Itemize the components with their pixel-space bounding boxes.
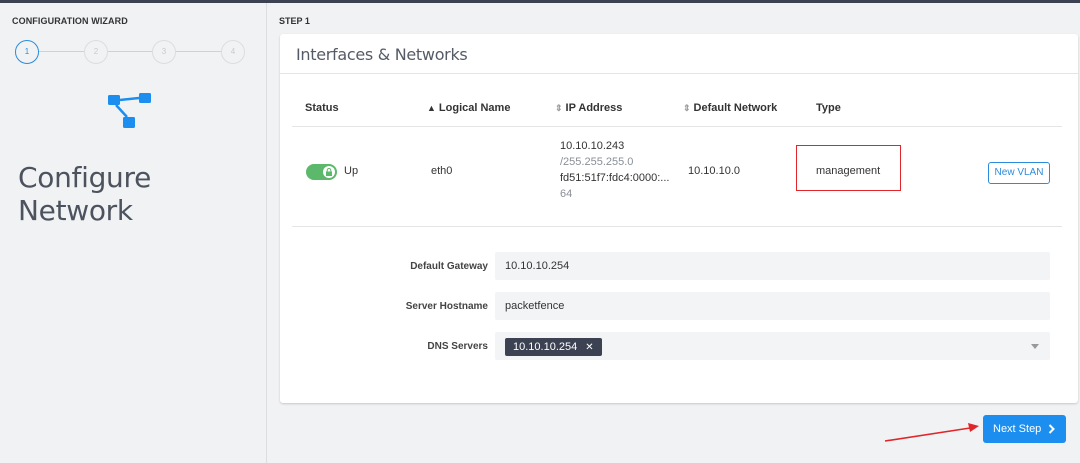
lock-icon	[326, 168, 332, 176]
annotation-arrow-icon	[884, 423, 979, 442]
header-default-network-label: Default Network	[693, 102, 778, 114]
header-ip-address-label: IP Address	[565, 102, 623, 114]
ipv4-address: 10.10.10.243	[560, 140, 625, 152]
header-ip-address[interactable]: ⇕ IP Address	[555, 102, 622, 114]
netmask: /255.255.255.0	[560, 156, 634, 168]
step-1[interactable]: 1	[15, 40, 39, 64]
header-logical-name[interactable]: ▲ Logical Name	[427, 102, 510, 114]
step-label: STEP 1	[279, 16, 310, 26]
header-default-network[interactable]: ⇕ Default Network	[683, 102, 777, 114]
step-4[interactable]: 4	[221, 40, 245, 64]
gateway-input[interactable]	[495, 252, 1050, 280]
header-status[interactable]: Status	[305, 102, 339, 114]
network-icon	[108, 93, 151, 128]
logical-name[interactable]: eth0	[431, 165, 452, 177]
status-toggle[interactable]	[306, 164, 337, 180]
gateway-label: Default Gateway	[410, 261, 488, 272]
dns-tag-label: 10.10.10.254	[513, 341, 578, 353]
default-network: 10.10.10.0	[688, 165, 740, 177]
ip-address-cell: 10.10.10.243 /255.255.255.0 fd51:51f7:fd…	[560, 138, 669, 202]
hostname-input[interactable]	[495, 292, 1050, 320]
sort-icon: ⇕	[555, 103, 563, 113]
remove-tag-icon[interactable]: ✕	[585, 342, 593, 353]
chevron-down-icon[interactable]	[1031, 344, 1039, 349]
step-connector	[39, 51, 85, 52]
header-type[interactable]: Type	[816, 102, 841, 114]
interfaces-table: Status ▲ Logical Name ⇕ IP Address ⇕ Defaul…	[292, 90, 1062, 227]
wizard-sidebar: CONFIGURATION WIZARD 1 2 3 4 Configure N…	[0, 3, 267, 463]
page-title: Configure Network	[18, 161, 152, 227]
step-connector	[176, 51, 221, 52]
type-value: management	[816, 165, 881, 177]
next-step-label: Next Step	[993, 423, 1042, 435]
new-vlan-button[interactable]: New VLAN	[988, 162, 1050, 184]
interfaces-card: Interfaces & Networks Status ▲ Logical Na…	[280, 34, 1078, 403]
card-title: Interfaces & Networks	[296, 45, 468, 64]
hostname-label: Server Hostname	[405, 301, 488, 312]
header-logical-name-label: Logical Name	[438, 102, 511, 114]
step-2[interactable]: 2	[84, 40, 108, 64]
ipv6-address: fd51:51f7:fdc4:0000:...	[560, 172, 670, 184]
dns-label: DNS Servers	[427, 341, 488, 352]
card-header: Interfaces & Networks	[280, 34, 1078, 74]
table-row: Up eth0 10.10.10.243 /255.255.255.0 fd51…	[292, 127, 1062, 227]
next-step-button[interactable]: Next Step	[983, 415, 1066, 443]
wizard-title: CONFIGURATION WIZARD	[12, 16, 128, 26]
dns-select[interactable]: 10.10.10.254 ✕	[495, 332, 1050, 360]
ipv6-prefix: 64	[560, 188, 573, 200]
chevron-right-icon	[1048, 424, 1055, 434]
step-3[interactable]: 3	[152, 40, 176, 64]
sort-icon: ⇕	[683, 103, 691, 113]
step-connector	[108, 51, 153, 52]
table-header: Status ▲ Logical Name ⇕ IP Address ⇕ Defaul…	[292, 90, 1062, 127]
dns-tag: 10.10.10.254 ✕	[505, 338, 602, 356]
sort-asc-icon: ▲	[427, 103, 436, 113]
wizard-steps: 1 2 3 4	[15, 40, 245, 64]
toggle-knob	[323, 166, 335, 178]
status-text: Up	[344, 165, 359, 177]
